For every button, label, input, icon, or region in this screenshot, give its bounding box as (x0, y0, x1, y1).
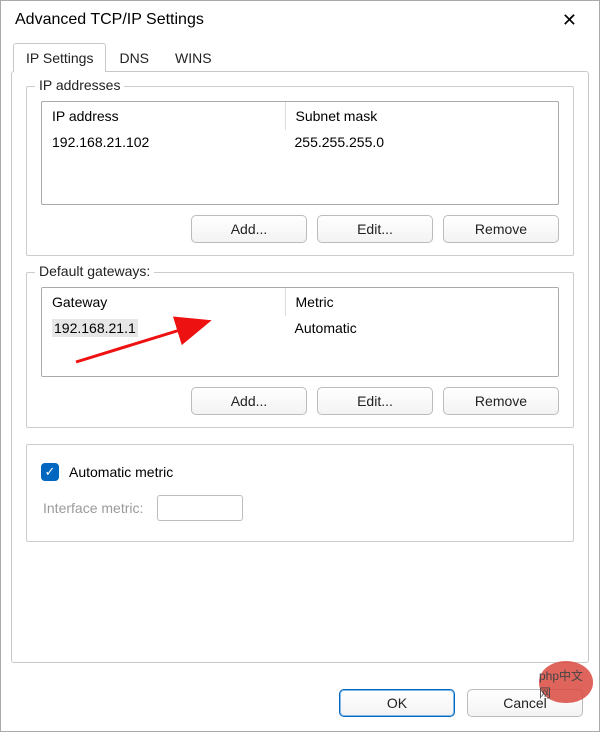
auto-metric-label: Automatic metric (69, 464, 173, 480)
tab-label: DNS (119, 50, 149, 66)
checkbox-checked-icon[interactable]: ✓ (41, 463, 59, 481)
cancel-button[interactable]: Cancel (467, 689, 583, 717)
close-icon[interactable]: ✕ (554, 9, 585, 31)
tab-dns[interactable]: DNS (106, 43, 162, 72)
tab-label: WINS (175, 50, 212, 66)
tab-label: IP Settings (26, 50, 93, 66)
cell-metric: Automatic (285, 316, 558, 340)
gateways-group: Default gateways: Gateway Metric 192.168… (26, 272, 574, 428)
interface-metric-input (157, 495, 243, 521)
edit-ip-button[interactable]: Edit... (317, 215, 433, 243)
cell-gateway: 192.168.21.1 (42, 316, 285, 340)
tab-wins[interactable]: WINS (162, 43, 225, 72)
ip-button-row: Add... Edit... Remove (41, 215, 559, 243)
gateways-list[interactable]: Gateway Metric 192.168.21.1 Automatic (41, 287, 559, 377)
column-header-mask[interactable]: Subnet mask (285, 102, 558, 130)
tab-strip: IP Settings DNS WINS (13, 43, 599, 72)
tab-panel-ip-settings: IP addresses IP address Subnet mask 192.… (11, 71, 589, 663)
list-header: IP address Subnet mask (42, 102, 558, 130)
list-header: Gateway Metric (42, 288, 558, 316)
add-ip-button[interactable]: Add... (191, 215, 307, 243)
column-header-gateway[interactable]: Gateway (42, 288, 285, 316)
dialog-footer: OK Cancel (339, 689, 583, 717)
cell-mask: 255.255.255.0 (285, 130, 558, 154)
metric-group: ✓ Automatic metric Interface metric: (26, 444, 574, 542)
add-gateway-button[interactable]: Add... (191, 387, 307, 415)
remove-ip-button[interactable]: Remove (443, 215, 559, 243)
interface-metric-label: Interface metric: (43, 500, 143, 516)
cell-ip: 192.168.21.102 (42, 130, 285, 154)
auto-metric-row[interactable]: ✓ Automatic metric (41, 463, 559, 481)
ok-button[interactable]: OK (339, 689, 455, 717)
titlebar: Advanced TCP/IP Settings ✕ (1, 1, 599, 37)
list-item[interactable]: 192.168.21.1 Automatic (42, 316, 558, 340)
gw-button-row: Add... Edit... Remove (41, 387, 559, 415)
group-legend: IP addresses (35, 77, 124, 93)
column-header-metric[interactable]: Metric (285, 288, 558, 316)
dialog-window: Advanced TCP/IP Settings ✕ IP Settings D… (0, 0, 600, 732)
group-legend: Default gateways: (35, 263, 154, 279)
ip-addresses-group: IP addresses IP address Subnet mask 192.… (26, 86, 574, 256)
interface-metric-row: Interface metric: (43, 495, 559, 521)
remove-gateway-button[interactable]: Remove (443, 387, 559, 415)
window-title: Advanced TCP/IP Settings (15, 11, 204, 29)
edit-gateway-button[interactable]: Edit... (317, 387, 433, 415)
list-item[interactable]: 192.168.21.102 255.255.255.0 (42, 130, 558, 154)
column-header-ip[interactable]: IP address (42, 102, 285, 130)
tab-ip-settings[interactable]: IP Settings (13, 43, 106, 72)
ip-addresses-list[interactable]: IP address Subnet mask 192.168.21.102 25… (41, 101, 559, 205)
